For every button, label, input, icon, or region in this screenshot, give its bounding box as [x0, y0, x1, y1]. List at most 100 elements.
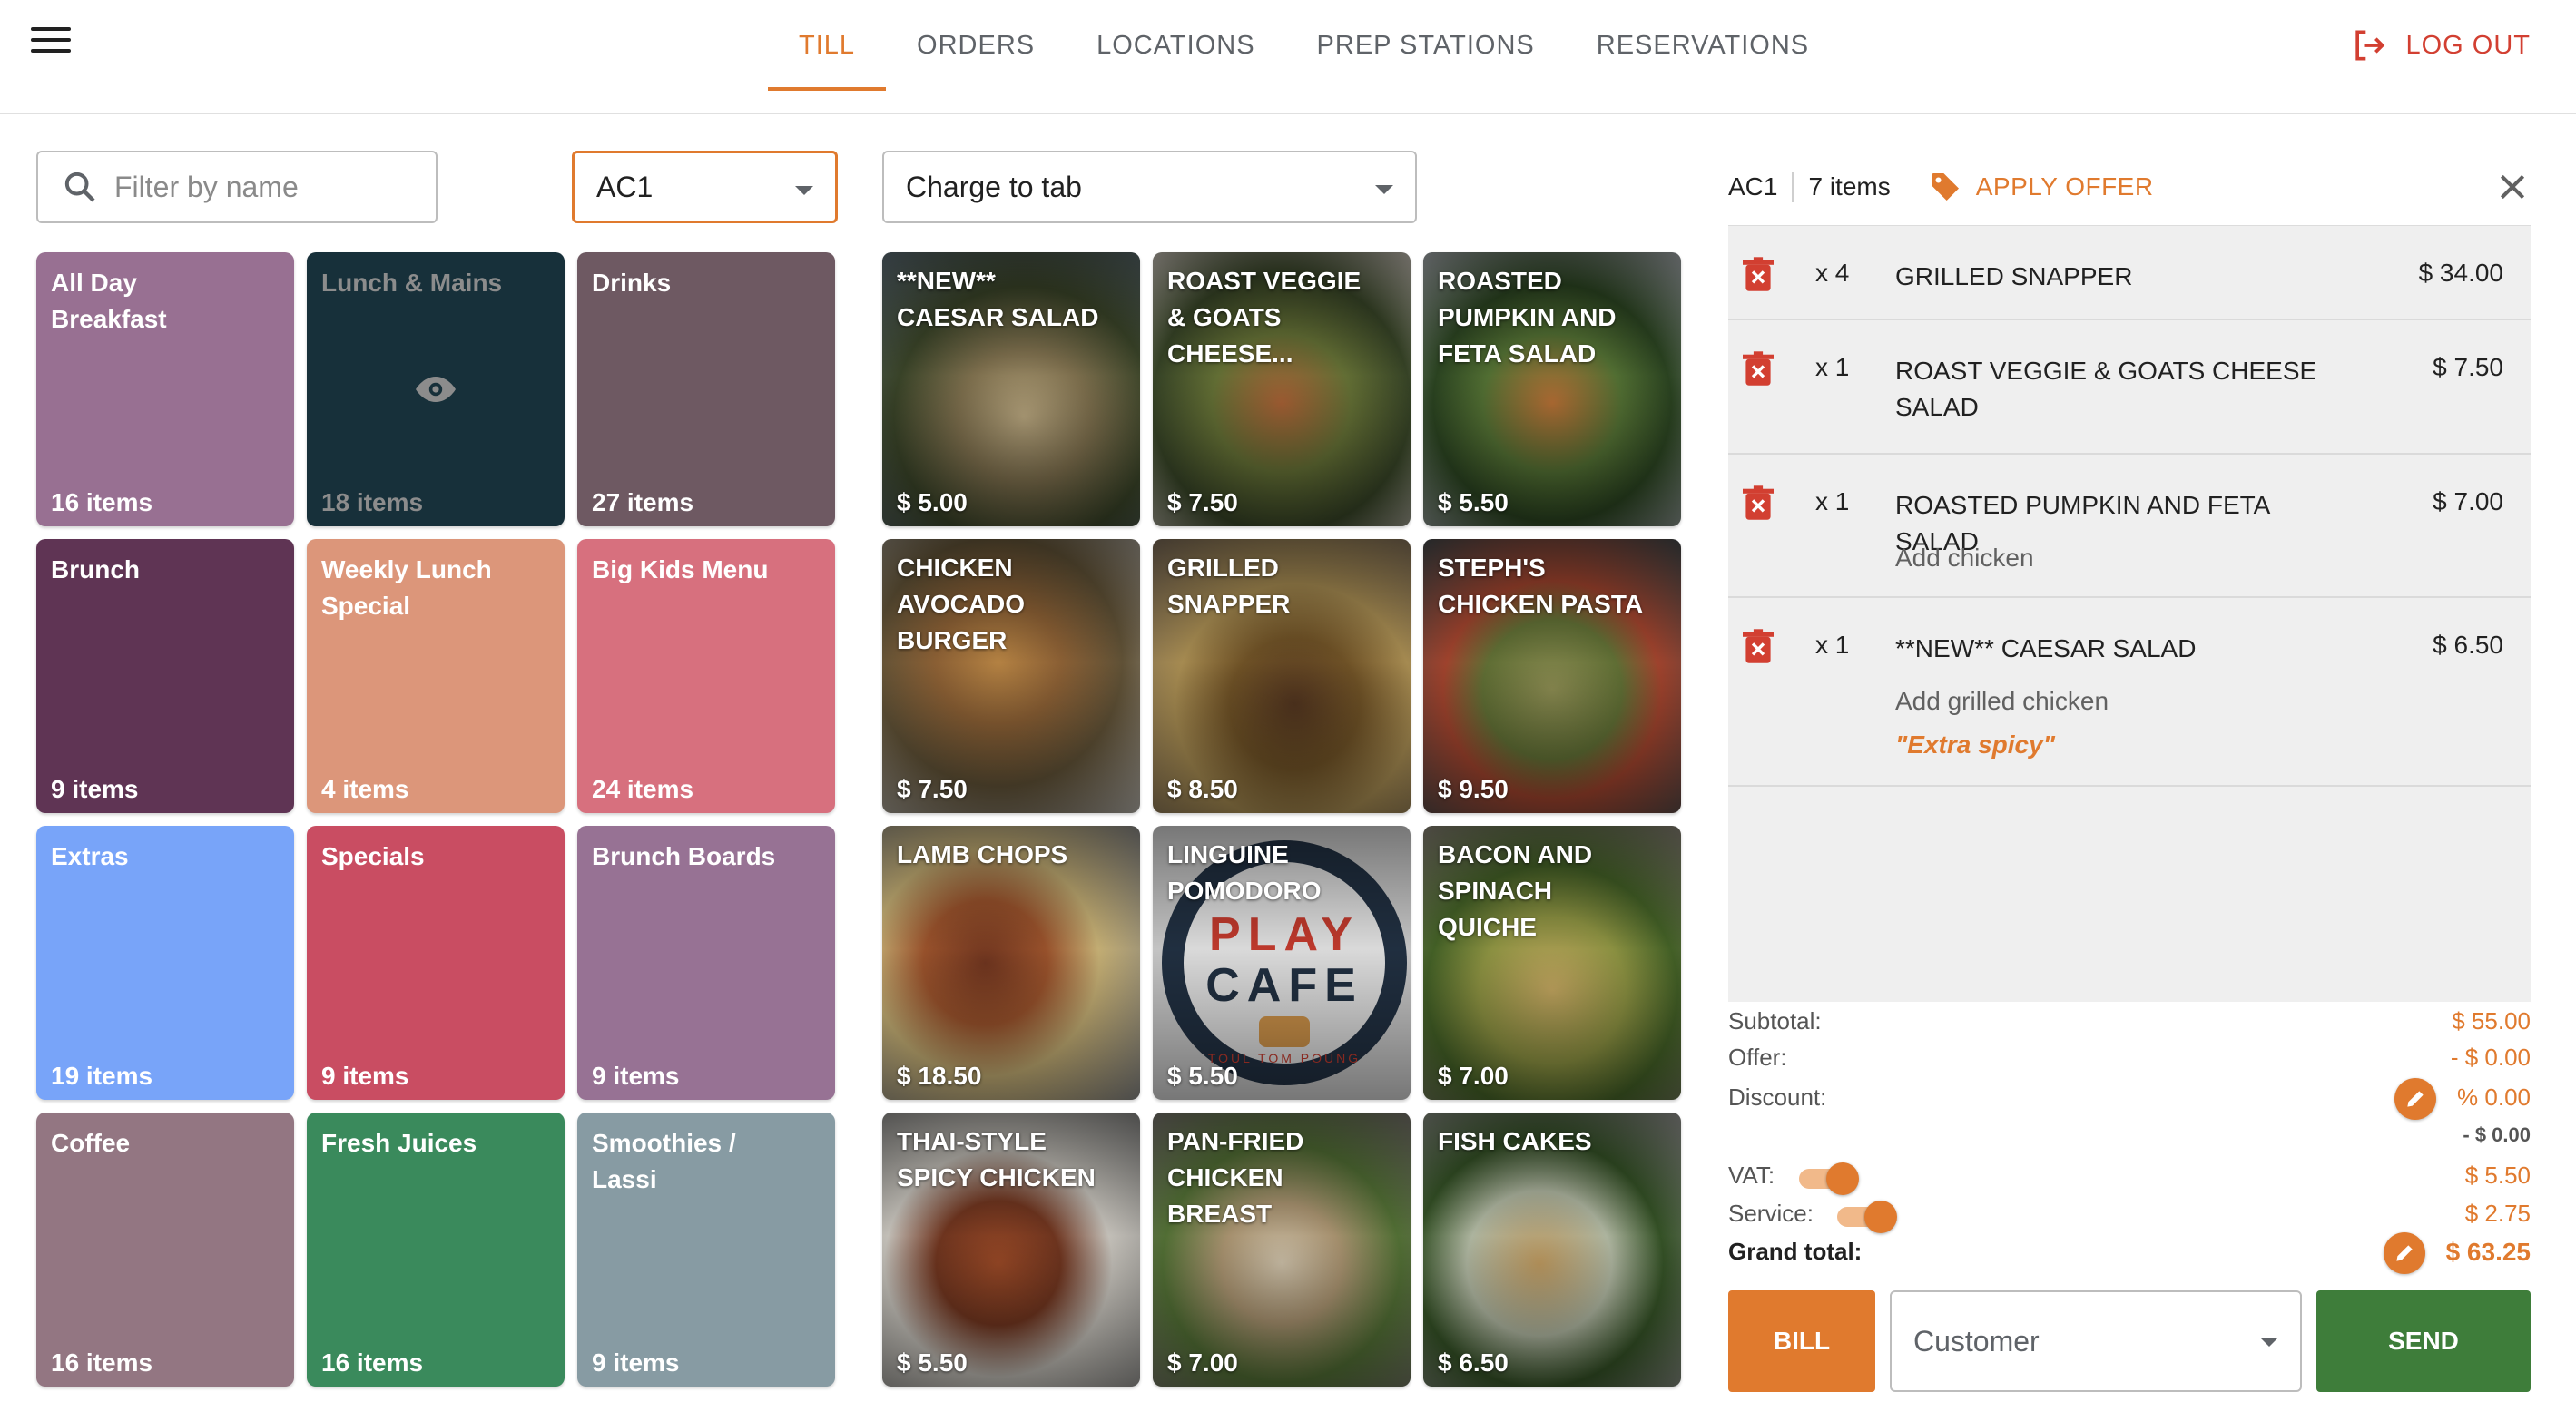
table-select-value: AC1 — [596, 170, 654, 203]
category-count: 19 items — [51, 1062, 153, 1090]
vat-label: VAT: — [1728, 1162, 1775, 1189]
tab-locations[interactable]: LOCATIONS — [1066, 0, 1285, 91]
line-quantity: x 1 — [1815, 353, 1850, 381]
product-price: $ 6.50 — [1438, 1348, 1509, 1377]
delete-icon[interactable] — [1743, 629, 1774, 663]
send-button[interactable]: SEND — [2316, 1290, 2531, 1392]
menu-icon[interactable] — [31, 27, 71, 60]
category-tile[interactable]: Extras 19 items — [36, 826, 294, 1100]
vat-toggle[interactable] — [1799, 1162, 1859, 1195]
category-tile[interactable]: Fresh Juices 16 items — [307, 1113, 565, 1387]
category-tile[interactable]: Big Kids Menu 24 items — [577, 539, 835, 813]
category-tile[interactable]: Lunch & Mains 18 items — [307, 252, 565, 526]
delete-icon[interactable] — [1743, 257, 1774, 291]
search-icon — [64, 172, 95, 202]
discount-percent: % 0.00 — [2457, 1084, 2531, 1111]
product-price: $ 7.50 — [1167, 488, 1238, 516]
logout-icon — [2355, 30, 2385, 61]
category-count: 16 items — [51, 488, 153, 516]
chevron-down-icon — [2260, 1338, 2278, 1347]
customer-select[interactable]: Customer — [1890, 1290, 2302, 1392]
line-amount: $ 7.50 — [2433, 353, 2503, 381]
product-tile[interactable]: CHICKEN AVOCADO BURGER $ 7.50 — [882, 539, 1140, 813]
category-tile[interactable]: Brunch Boards 9 items — [577, 826, 835, 1100]
filter-field[interactable] — [36, 151, 438, 223]
tab-prep-stations[interactable]: PREP STATIONS — [1286, 0, 1566, 91]
close-icon[interactable] — [2494, 169, 2531, 205]
apply-offer-label: APPLY OFFER — [1975, 172, 2154, 201]
line-item-name: ROAST VEGGIE & GOATS CHEESE SALAD — [1895, 357, 2317, 421]
tab-till[interactable]: TILL — [768, 0, 887, 91]
product-tile[interactable]: PLAYCAFETOUL TOM POUNGLINGUINE POMODORO$… — [1153, 826, 1411, 1100]
edit-total-button[interactable] — [2384, 1232, 2425, 1274]
product-tile[interactable]: LAMB CHOPS $ 18.50 — [882, 826, 1140, 1100]
category-tile[interactable]: Weekly Lunch Special 4 items — [307, 539, 565, 813]
category-name: Brunch — [51, 555, 140, 583]
category-count: 9 items — [592, 1062, 680, 1090]
vat-value: $ 5.50 — [2464, 1162, 2531, 1189]
category-tile[interactable]: Brunch 9 items — [36, 539, 294, 813]
line-amount: $ 7.00 — [2433, 487, 2503, 515]
line-item-name: GRILLED SNAPPER — [1895, 262, 2133, 290]
tab-reservations[interactable]: RESERVATIONS — [1566, 0, 1840, 91]
offer-row: Offer: - $ 0.00 — [1728, 1044, 2531, 1076]
line-modifier: Add chicken — [1895, 544, 2034, 572]
product-tile[interactable]: STEPH'S CHICKEN PASTA $ 9.50 — [1423, 539, 1681, 813]
tab-orders[interactable]: ORDERS — [886, 0, 1066, 91]
category-tile[interactable]: Smoothies / Lassi 9 items — [577, 1113, 835, 1387]
logout-label: LOG OUT — [2405, 30, 2531, 60]
category-count: 24 items — [592, 775, 694, 803]
line-quantity: x 1 — [1815, 487, 1850, 515]
pencil-icon — [2407, 1091, 2424, 1107]
delete-icon[interactable] — [1743, 485, 1774, 520]
product-price: $ 18.50 — [897, 1062, 982, 1090]
bill-button[interactable]: BILL — [1728, 1290, 1875, 1392]
category-tile[interactable]: Coffee 16 items — [36, 1113, 294, 1387]
product-tile[interactable]: **NEW** CAESAR SALAD $ 5.00 — [882, 252, 1140, 526]
subtotal-label: Subtotal: — [1728, 1007, 1822, 1034]
table-select[interactable]: AC1 — [572, 151, 838, 223]
product-tile[interactable]: THAI-STYLE SPICY CHICKEN $ 5.50 — [882, 1113, 1140, 1387]
logout-button[interactable]: LOG OUT — [2349, 25, 2531, 65]
apply-offer-button[interactable]: APPLY OFFER — [1927, 169, 2154, 205]
discount-amount-row: - $ 0.00 — [1728, 1123, 2531, 1156]
category-grid: All Day Breakfast 16 items Lunch & Mains 18… — [36, 252, 835, 1387]
category-name: Weekly Lunch Special — [321, 555, 492, 620]
order-list: x 4 GRILLED SNAPPER $ 34.00 x 1 ROAST VEGGIE… — [1728, 225, 2531, 1002]
category-tile[interactable]: Specials 9 items — [307, 826, 565, 1100]
product-price: $ 7.50 — [897, 775, 968, 803]
product-name: LAMB CHOPS — [897, 840, 1068, 868]
offer-value: - $ 0.00 — [2450, 1044, 2531, 1071]
line-quantity: x 4 — [1815, 259, 1850, 287]
category-name: Lunch & Mains — [321, 269, 503, 297]
grand-total-value: $ 63.25 — [2445, 1238, 2531, 1266]
category-count: 9 items — [592, 1348, 680, 1377]
product-tile[interactable]: BACON AND SPINACH QUICHE $ 7.00 — [1423, 826, 1681, 1100]
pencil-icon — [2396, 1245, 2413, 1261]
product-tile[interactable]: GRILLED SNAPPER $ 8.50 — [1153, 539, 1411, 813]
edit-discount-button[interactable] — [2394, 1078, 2436, 1120]
product-tile[interactable]: ROASTED PUMPKIN AND FETA SALAD $ 5.50 — [1423, 252, 1681, 526]
product-name: ROAST VEGGIE & GOATS CHEESE... — [1167, 267, 1362, 368]
category-count: 18 items — [321, 488, 424, 516]
category-count: 9 items — [51, 775, 139, 803]
order-table: AC1 — [1728, 172, 1778, 201]
product-name: ROASTED PUMPKIN AND FETA SALAD — [1438, 267, 1617, 368]
category-count: 9 items — [321, 1062, 409, 1090]
product-tile[interactable]: PAN-FRIED CHICKEN BREAST $ 7.00 — [1153, 1113, 1411, 1387]
product-tile[interactable]: ROAST VEGGIE & GOATS CHEESE... $ 7.50 — [1153, 252, 1411, 526]
filter-input[interactable] — [114, 170, 423, 204]
category-tile[interactable]: Drinks 27 items — [577, 252, 835, 526]
eye-icon — [416, 377, 456, 402]
discount-amount: - $ 0.00 — [2463, 1123, 2531, 1146]
line-amount: $ 34.00 — [2418, 259, 2503, 287]
delete-icon[interactable] — [1743, 351, 1774, 386]
order-header: AC1 7 items APPLY OFFER — [1728, 160, 2531, 214]
category-tile[interactable]: All Day Breakfast 16 items — [36, 252, 294, 526]
order-line: x 1 ROAST VEGGIE & GOATS CHEESE SALAD $ 7.… — [1728, 320, 2531, 455]
payment-select[interactable]: Charge to tab — [882, 151, 1417, 223]
category-name: Coffee — [51, 1129, 131, 1157]
product-tile[interactable]: FISH CAKES $ 6.50 — [1423, 1113, 1681, 1387]
service-toggle[interactable] — [1837, 1201, 1897, 1233]
product-name: PAN-FRIED CHICKEN BREAST — [1167, 1127, 1304, 1228]
